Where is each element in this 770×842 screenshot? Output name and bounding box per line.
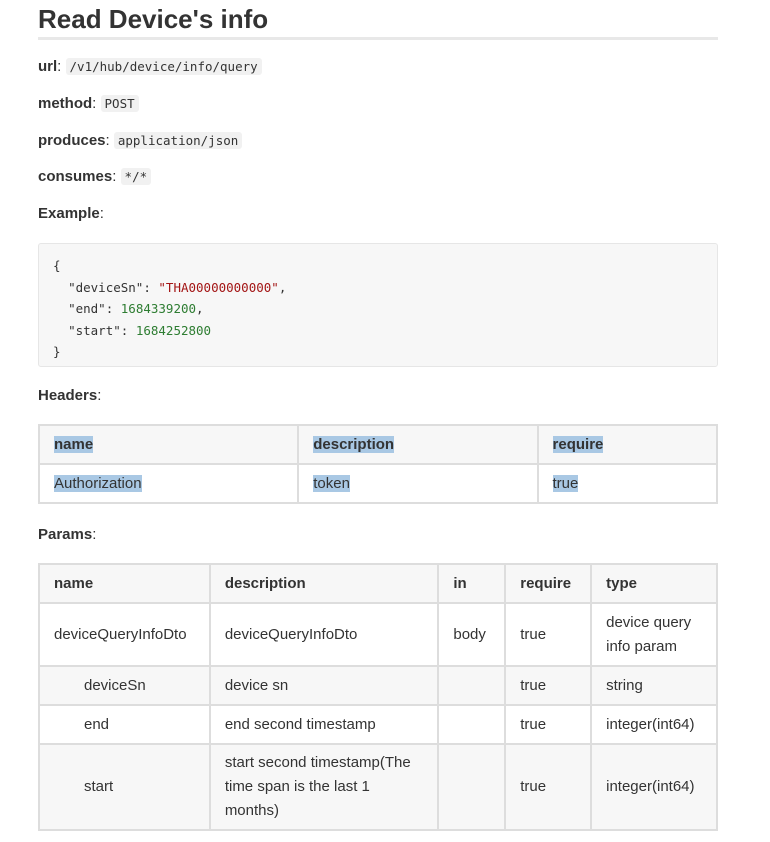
json-key-devicesn: "deviceSn" — [68, 279, 144, 295]
consumes-label: consumes — [38, 168, 113, 185]
param-description-cell: end second timestamp — [208, 704, 440, 745]
params-label: Params — [38, 526, 93, 543]
param-description-cell: device sn — [208, 665, 440, 706]
json-value-end: 1684339200 — [120, 301, 197, 316]
json-open-brace: { — [53, 258, 61, 273]
example-code-block: { "deviceSn": "THA00000000000", "end": 1… — [38, 243, 718, 367]
header-name-cell: Authorization — [37, 463, 300, 504]
param-require-cell: true — [504, 602, 593, 667]
param-require-cell: true — [504, 704, 593, 745]
param-name-cell: start — [38, 743, 211, 831]
params-col-in: in — [437, 563, 507, 604]
param-type-cell: integer(int64) — [590, 743, 718, 831]
param-require-cell: true — [504, 743, 593, 831]
page-title: Read Device's info — [38, 0, 718, 40]
produces-value: application/json — [113, 132, 243, 149]
param-require-cell: true — [504, 665, 593, 706]
params-line: Params: — [38, 526, 97, 543]
headers-label: Headers — [38, 387, 98, 404]
headers-table-header-row: name description require — [37, 424, 719, 465]
param-description-cell: deviceQueryInfoDto — [208, 602, 440, 667]
table-row: Authorization token true — [37, 463, 719, 504]
url-value: /v1/hub/device/info/query — [65, 58, 262, 75]
headers-col-name: name — [37, 424, 300, 465]
json-key-start: "start" — [68, 322, 121, 338]
url-label: url — [38, 58, 58, 75]
param-name-cell: deviceSn — [38, 665, 211, 706]
params-col-name: name — [38, 563, 211, 604]
method-line: method: POST — [38, 94, 718, 114]
param-in-cell — [437, 743, 507, 831]
param-description-cell: start second timestamp(The time span is … — [208, 743, 440, 831]
header-require-cell: true — [536, 463, 719, 504]
table-row: deviceQueryInfoDto deviceQueryInfoDto bo… — [38, 602, 718, 667]
param-in-cell — [437, 665, 507, 706]
param-type-cell: string — [590, 665, 718, 706]
headers-line: Headers: — [38, 387, 102, 404]
param-name-cell: deviceQueryInfoDto — [38, 602, 211, 667]
method-label: method — [38, 95, 93, 112]
json-value-start: 1684252800 — [135, 322, 212, 338]
consumes-value: */* — [120, 168, 152, 185]
table-row: end end second timestamp true integer(in… — [38, 704, 718, 745]
table-row: deviceSn device sn true string — [38, 665, 718, 706]
headers-col-require: require — [536, 424, 719, 465]
header-description-cell: token — [297, 463, 539, 504]
headers-table: name description require Authorization t… — [37, 424, 719, 504]
produces-label: produces — [38, 132, 106, 149]
param-in-cell — [437, 704, 507, 745]
url-line: url: /v1/hub/device/info/query — [38, 57, 718, 77]
api-doc-page: Read Device's info url: /v1/hub/device/i… — [37, 0, 719, 831]
params-table: name description in require type deviceQ… — [38, 563, 718, 831]
example-label: Example — [38, 205, 100, 222]
json-close-brace: } — [53, 344, 61, 359]
json-value-devicesn: "THA00000000000" — [158, 279, 279, 295]
params-col-require: require — [504, 563, 593, 604]
params-table-header-row: name description in require type — [38, 563, 718, 604]
param-name-cell: end — [38, 704, 211, 745]
produces-line: produces: application/json — [38, 131, 718, 151]
param-type-cell: device query info param — [590, 602, 718, 667]
params-col-description: description — [208, 563, 440, 604]
table-row: start start second timestamp(The time sp… — [38, 743, 718, 831]
method-value: POST — [100, 95, 139, 112]
consumes-line: consumes: */* — [38, 167, 718, 187]
param-type-cell: integer(int64) — [590, 704, 718, 745]
param-in-cell: body — [437, 602, 507, 667]
example-line: Example: — [38, 205, 104, 222]
json-key-end: "end" — [68, 301, 106, 316]
headers-col-description: description — [297, 424, 539, 465]
params-col-type: type — [590, 563, 718, 604]
